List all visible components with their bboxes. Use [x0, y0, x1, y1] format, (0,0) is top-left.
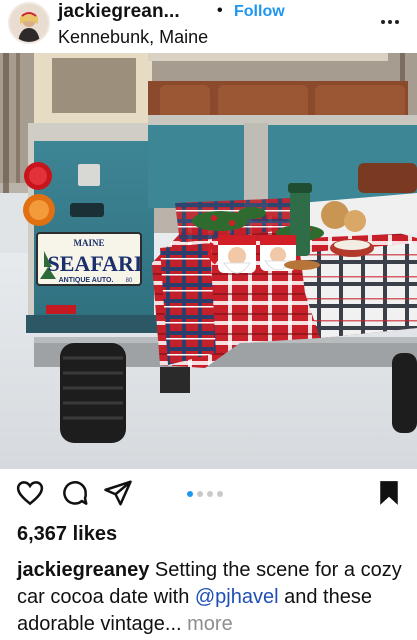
post-username[interactable]: jackiegrean...: [58, 1, 180, 23]
carousel-indicator: [187, 491, 223, 497]
more-dot: [381, 20, 385, 24]
share-icon[interactable]: [103, 478, 133, 508]
post-actions: [0, 478, 417, 514]
post-caption: jackiegreaney Setting the scene for a co…: [17, 557, 409, 638]
carousel-dot: [197, 491, 203, 497]
more-dot: [388, 20, 392, 24]
separator-dot: •: [217, 2, 223, 19]
caption-mention[interactable]: @pjhavel: [195, 586, 279, 608]
likes-count[interactable]: 6,367 likes: [17, 523, 117, 546]
plate-text: SEAFARI: [48, 251, 143, 276]
plate-subtitle: ANTIQUE AUTO.: [59, 277, 114, 284]
avatar[interactable]: [8, 2, 50, 44]
caption-username[interactable]: jackiegreaney: [17, 559, 149, 581]
heart-icon[interactable]: [15, 478, 45, 508]
bookmark-icon[interactable]: [374, 478, 404, 508]
plate-year: 80: [126, 278, 133, 284]
post-header: jackiegrean... • Follow Kennebunk, Maine: [0, 0, 417, 50]
caption-more-link[interactable]: more: [182, 613, 233, 635]
carousel-dot: [187, 491, 193, 497]
comment-icon[interactable]: [60, 478, 90, 508]
more-dot: [395, 20, 399, 24]
more-options-icon[interactable]: [381, 12, 403, 32]
follow-button[interactable]: Follow: [234, 3, 285, 21]
plate-state: MAINE: [74, 238, 105, 248]
post-location[interactable]: Kennebunk, Maine: [58, 27, 208, 48]
post-image[interactable]: MAINE SEAFARI ANTIQUE AUTO. 80: [0, 53, 417, 469]
carousel-dot: [207, 491, 213, 497]
carousel-dot: [217, 491, 223, 497]
